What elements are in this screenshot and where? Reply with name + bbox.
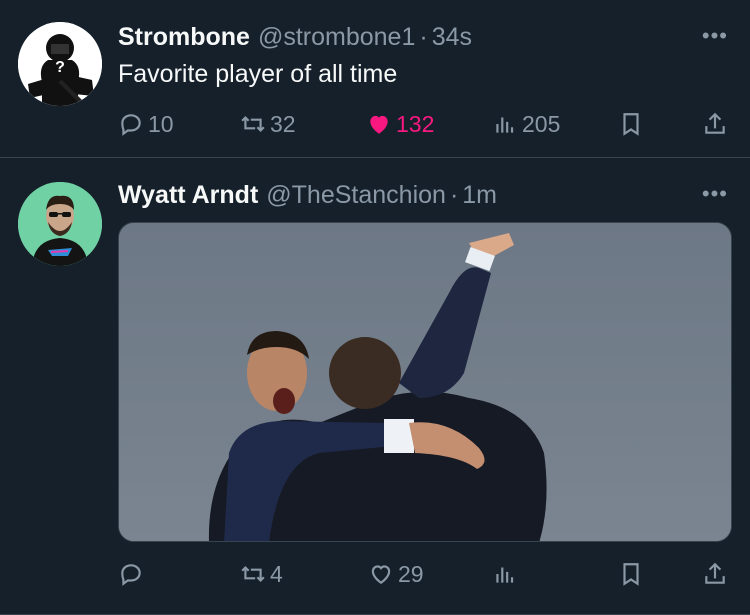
bookmark-icon [623, 113, 639, 136]
tweet-image[interactable] [118, 222, 732, 542]
like-button[interactable]: 132 [366, 106, 434, 142]
avatar[interactable] [18, 182, 102, 266]
timestamp[interactable]: 34s [432, 20, 472, 54]
goalie-avatar-icon: ? [18, 22, 102, 106]
heart-filled-icon [370, 115, 388, 134]
reply-button[interactable] [118, 556, 148, 592]
reply-icon [121, 564, 141, 586]
reply-count: 10 [148, 110, 174, 137]
bookmark-icon [623, 563, 639, 586]
action-bar: 4 29 [118, 556, 730, 592]
like-count: 132 [396, 110, 435, 137]
tweet-header: Strombone @strombone1 · 34s [118, 20, 472, 54]
reply-icon [121, 114, 141, 136]
display-name[interactable]: Strombone [118, 20, 250, 54]
tweet-text: Favorite player of all time [118, 60, 398, 88]
more-options-icon[interactable]: ••• [702, 183, 728, 205]
share-icon [705, 112, 725, 134]
views-button[interactable]: 205 [492, 106, 560, 142]
heart-outline-icon [371, 565, 391, 584]
separator: · [449, 181, 459, 209]
share-button[interactable] [702, 556, 728, 592]
share-icon [705, 562, 725, 584]
retweet-icon [241, 565, 265, 583]
user-handle[interactable]: @strombone1 [258, 20, 415, 54]
retweet-count: 32 [270, 110, 296, 137]
view-count: 205 [522, 110, 561, 137]
share-button[interactable] [702, 106, 728, 142]
bookmark-button[interactable] [618, 106, 644, 142]
more-options-icon[interactable]: ••• [702, 25, 728, 47]
views-button[interactable] [492, 556, 522, 592]
like-count: 29 [398, 560, 424, 587]
bookmark-button[interactable] [618, 556, 644, 592]
retweet-count: 4 [270, 560, 283, 587]
views-icon [496, 567, 514, 583]
timestamp[interactable]: 1m [462, 178, 497, 212]
tweet-strombone[interactable]: ? Strombone @strombone1 · 34s ••• Favori… [0, 0, 750, 158]
avatar[interactable]: ? [18, 22, 102, 106]
views-icon [496, 117, 514, 133]
person-avatar-icon [18, 182, 102, 266]
retweet-button[interactable]: 4 [240, 556, 283, 592]
display-name[interactable]: Wyatt Arndt [118, 178, 258, 212]
like-button[interactable]: 29 [368, 556, 424, 592]
celebration-hug-photo [119, 223, 731, 541]
retweet-icon [241, 115, 265, 133]
reply-button[interactable]: 10 [118, 106, 174, 142]
tweet-wyatt-arndt[interactable]: Wyatt Arndt @TheStanchion · 1m ••• 4 29 [0, 158, 750, 615]
tweet-header: Wyatt Arndt @TheStanchion · 1m [118, 178, 497, 212]
svg-text:?: ? [55, 59, 65, 76]
user-handle[interactable]: @TheStanchion [266, 178, 446, 212]
separator: · [419, 23, 428, 51]
action-bar: 10 32 132 205 [118, 106, 730, 142]
retweet-button[interactable]: 32 [240, 106, 296, 142]
